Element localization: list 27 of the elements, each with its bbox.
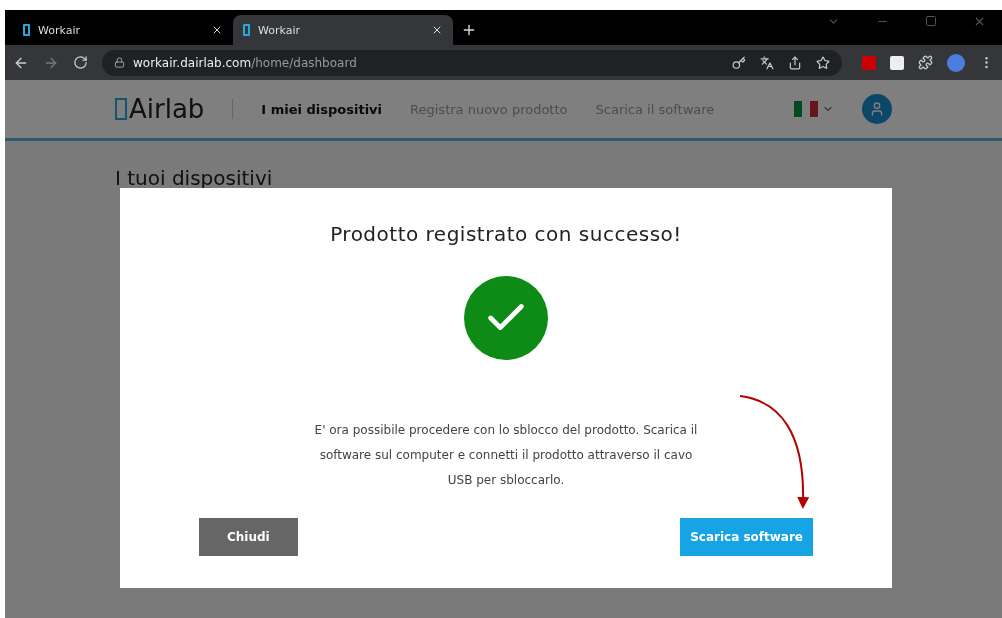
dialog-message: E' ora possibile procedere con lo sblocco del prodotto. Scarica il software sul computer e connetti il prodotto attraverso il cavo USB per sbloccarlo. [313,422,699,489]
user-icon [869,101,885,117]
favicon-icon [23,24,30,36]
nav-link[interactable]: I miei dispositivi [261,101,383,117]
close-icon[interactable] [431,24,443,36]
close-button[interactable]: Chiudi [199,518,298,556]
profile-icon[interactable] [947,53,965,72]
maximize-icon[interactable] [925,15,937,27]
key-icon[interactable] [732,55,746,70]
lock-icon [114,57,125,68]
address-bar[interactable]: workair.dairlab.com/home/dashboard [102,49,842,76]
reload-icon[interactable] [73,55,88,70]
browser-tab[interactable]: Workair [13,15,233,45]
dialog-title: Prodotto registrato con successo! [330,222,682,246]
download-software-button[interactable]: Scarica software [680,518,813,556]
favicon-icon [243,24,250,36]
translate-icon[interactable] [760,55,774,70]
page-title: I tuoi dispositivi [115,165,274,191]
share-icon[interactable] [788,55,802,70]
browser-tab[interactable]: Workair [233,15,453,45]
airlab-logo[interactable]: Airlab [115,94,205,124]
close-icon[interactable] [211,24,223,36]
new-tab-icon[interactable] [461,22,477,38]
puzzle-icon[interactable] [918,55,933,70]
italy-flag-icon[interactable] [794,101,818,117]
star-icon[interactable] [816,55,830,70]
user-avatar-button[interactable] [862,94,892,124]
